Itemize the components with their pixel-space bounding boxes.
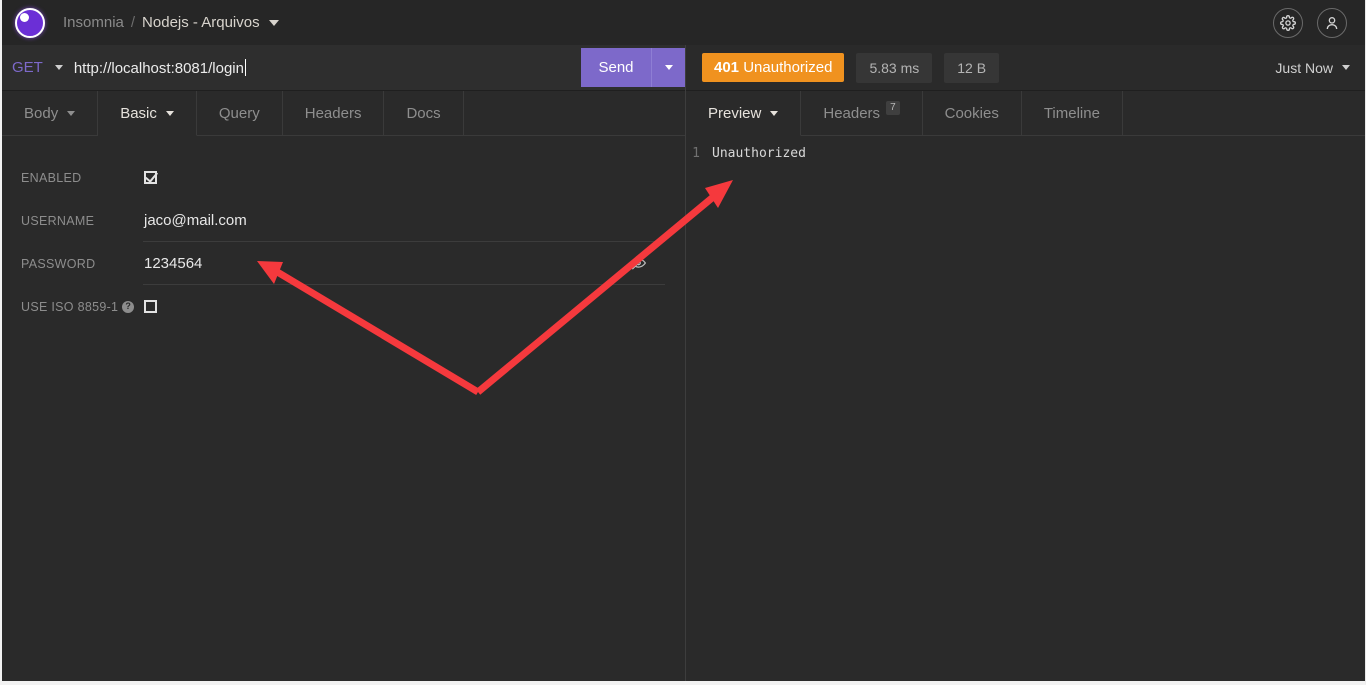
tab-basic[interactable]: Basic xyxy=(98,91,197,136)
enabled-field xyxy=(143,156,685,199)
tab-docs[interactable]: Docs xyxy=(384,91,464,136)
tab-label: Body xyxy=(24,104,59,122)
tab-preview[interactable]: Preview xyxy=(686,91,802,136)
send-button[interactable]: Send xyxy=(581,48,651,87)
chevron-down-icon xyxy=(1342,65,1350,70)
insomnia-window: Insomnia / Nodejs - Arquivos GET http://… xyxy=(0,0,1366,685)
tab-response-headers[interactable]: Headers 7 xyxy=(801,91,923,136)
breadcrumb-workspace-name[interactable]: Nodejs - Arquivos xyxy=(142,15,260,30)
gear-icon xyxy=(1280,14,1296,31)
request-tab-strip: Body Basic Query Headers Docs xyxy=(2,91,685,136)
tab-label: Basic xyxy=(120,104,157,122)
tab-timeline[interactable]: Timeline xyxy=(1021,91,1123,136)
url-input[interactable]: http://localhost:8081/login xyxy=(63,58,581,77)
response-size: 12 B xyxy=(944,52,1000,83)
username-input[interactable]: jaco@mail.com xyxy=(143,199,665,242)
pane-divider[interactable] xyxy=(685,45,686,681)
send-options-button[interactable] xyxy=(651,48,685,87)
breadcrumb[interactable]: Insomnia / Nodejs - Arquivos xyxy=(63,15,279,30)
response-time: 5.83 ms xyxy=(856,52,933,83)
response-status-bar: 401 Unauthorized 5.83 ms 12 B Just Now xyxy=(686,45,1365,91)
breadcrumb-app-name: Insomnia xyxy=(63,14,124,31)
account-button[interactable] xyxy=(1317,7,1347,38)
enabled-row: ENABLED xyxy=(2,156,685,199)
response-history-label: Just Now xyxy=(1275,59,1333,76)
tab-label: Query xyxy=(218,104,260,122)
response-history-dropdown[interactable]: Just Now xyxy=(1275,60,1350,76)
code-line: 1 Unauthorized xyxy=(686,144,1365,163)
username-row: USERNAME jaco@mail.com xyxy=(2,199,685,242)
question-mark-icon[interactable]: ? xyxy=(122,300,135,313)
iso-row: USE ISO 8859-1 ? xyxy=(2,285,685,328)
tab-label: Preview xyxy=(708,104,762,122)
tab-headers[interactable]: Headers xyxy=(282,91,385,136)
tab-cookies[interactable]: Cookies xyxy=(922,91,1022,136)
enabled-checkbox[interactable] xyxy=(144,171,157,184)
chevron-down-icon xyxy=(664,65,673,70)
chevron-down-icon xyxy=(770,110,779,116)
request-url-bar: GET http://localhost:8081/login Send xyxy=(2,45,685,91)
title-bar: Insomnia / Nodejs - Arquivos xyxy=(2,0,1365,45)
iso-field xyxy=(143,285,685,328)
username-label: USERNAME xyxy=(21,213,95,228)
tab-label: Docs xyxy=(406,104,441,122)
headers-count-badge: 7 xyxy=(886,101,900,115)
tab-label: Timeline xyxy=(1043,104,1100,122)
status-text: Unauthorized xyxy=(743,59,833,76)
iso-checkbox[interactable] xyxy=(144,300,157,313)
tab-label: Headers xyxy=(304,104,362,122)
chevron-down-icon xyxy=(165,110,174,116)
http-method-dropdown[interactable]: GET xyxy=(2,59,63,76)
status-code: 401 xyxy=(714,59,740,76)
basic-auth-form: ENABLED USERNAME jaco@mail.com PASSWORD … xyxy=(2,136,685,681)
response-tab-strip: Preview Headers 7 Cookies Timeline xyxy=(686,91,1365,136)
password-value: 1234564 xyxy=(144,254,203,272)
password-input[interactable]: 1234564 xyxy=(143,242,665,285)
iso-label: USE ISO 8859-1 ? xyxy=(21,300,143,314)
status-badge: 401 Unauthorized xyxy=(702,53,845,82)
chevron-down-icon xyxy=(67,110,76,116)
chevron-down-icon[interactable] xyxy=(268,19,279,26)
password-label: PASSWORD xyxy=(21,256,96,271)
http-method-label: GET xyxy=(12,59,43,76)
tab-strip-filler xyxy=(1122,91,1365,136)
send-button-group: Send xyxy=(581,48,685,87)
iso-label-text: USE ISO 8859-1 xyxy=(21,299,119,314)
tab-strip-filler xyxy=(463,91,685,136)
chevron-down-icon xyxy=(54,65,63,70)
eye-slash-icon xyxy=(630,256,647,270)
enabled-label: ENABLED xyxy=(21,170,82,185)
tab-label: Cookies xyxy=(944,104,999,122)
response-text: Unauthorized xyxy=(712,146,806,161)
settings-button[interactable] xyxy=(1273,7,1303,38)
tab-body[interactable]: Body xyxy=(2,91,99,136)
insomnia-logo-icon xyxy=(15,7,45,38)
titlebar-actions xyxy=(1273,7,1353,38)
user-icon xyxy=(1326,16,1338,29)
tab-label: Headers xyxy=(823,104,881,122)
breadcrumb-separator: / xyxy=(130,14,136,31)
tab-query[interactable]: Query xyxy=(196,91,283,136)
password-row: PASSWORD 1234564 xyxy=(2,242,685,285)
url-text: http://localhost:8081/login xyxy=(73,59,244,77)
username-value: jaco@mail.com xyxy=(144,211,247,229)
text-cursor xyxy=(244,58,246,76)
response-preview-body: 1 Unauthorized xyxy=(686,136,1365,681)
line-number: 1 xyxy=(692,146,700,161)
password-visibility-toggle[interactable] xyxy=(630,256,647,271)
